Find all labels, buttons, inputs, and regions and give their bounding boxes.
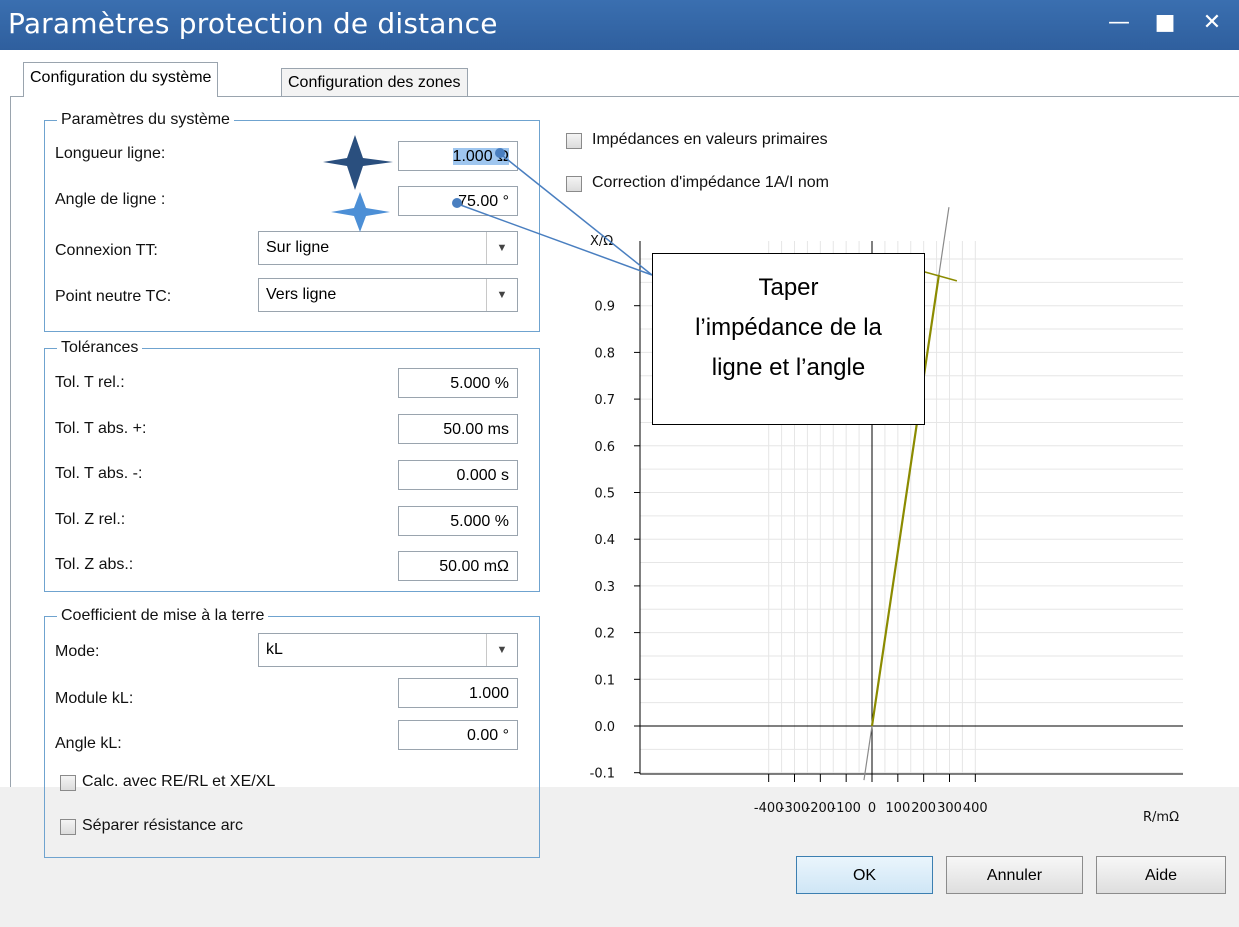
star-icon xyxy=(331,192,390,232)
y-tick-label: 0.2 xyxy=(594,627,615,642)
callout-arrow xyxy=(454,202,653,276)
callout-line: Taper xyxy=(758,274,819,301)
y-tick-label: 0.3 xyxy=(594,580,615,595)
callout-line: ligne et l’angle xyxy=(711,354,866,381)
y-tick-label: 0.8 xyxy=(594,346,615,361)
x-tick-label: -100 xyxy=(831,801,861,816)
y-tick-label: 0.0 xyxy=(594,720,615,735)
x-tick-label: 400 xyxy=(963,801,988,816)
y-tick-label: 0.9 xyxy=(594,300,615,315)
annotation-callout: Taper l’impédance de la ligne et l’angle xyxy=(652,253,925,425)
x-tick-label: 200 xyxy=(911,801,936,816)
y-tick-label: 0.6 xyxy=(594,440,615,455)
x-tick-label: 300 xyxy=(937,801,962,816)
y-tick-label: -0.1 xyxy=(590,767,615,782)
arrow-head xyxy=(452,198,462,208)
cancel-button[interactable]: Annuler xyxy=(946,856,1083,894)
star-icon xyxy=(323,135,393,190)
ok-button[interactable]: OK xyxy=(796,856,933,894)
x-tick-label: 100 xyxy=(885,801,910,816)
x-tick-label: 0 xyxy=(868,801,876,816)
y-tick-label: 0.4 xyxy=(594,533,615,548)
tab-system-config[interactable]: Configuration du système xyxy=(23,62,219,97)
help-button[interactable]: Aide xyxy=(1096,856,1226,894)
callout-arrow xyxy=(497,151,653,276)
y-tick-label: 0.5 xyxy=(594,487,615,502)
impedance-chart: -400-300-200-100 0 100 200 300 400-0.10.00.10… xyxy=(323,135,1183,825)
y-tick-label: 0.7 xyxy=(594,393,615,408)
arrow-head xyxy=(495,148,505,158)
x-axis-label: R/mΩ xyxy=(1143,810,1179,825)
y-tick-label: 0.1 xyxy=(594,673,615,688)
callout-line: l’impédance de la xyxy=(695,314,882,341)
